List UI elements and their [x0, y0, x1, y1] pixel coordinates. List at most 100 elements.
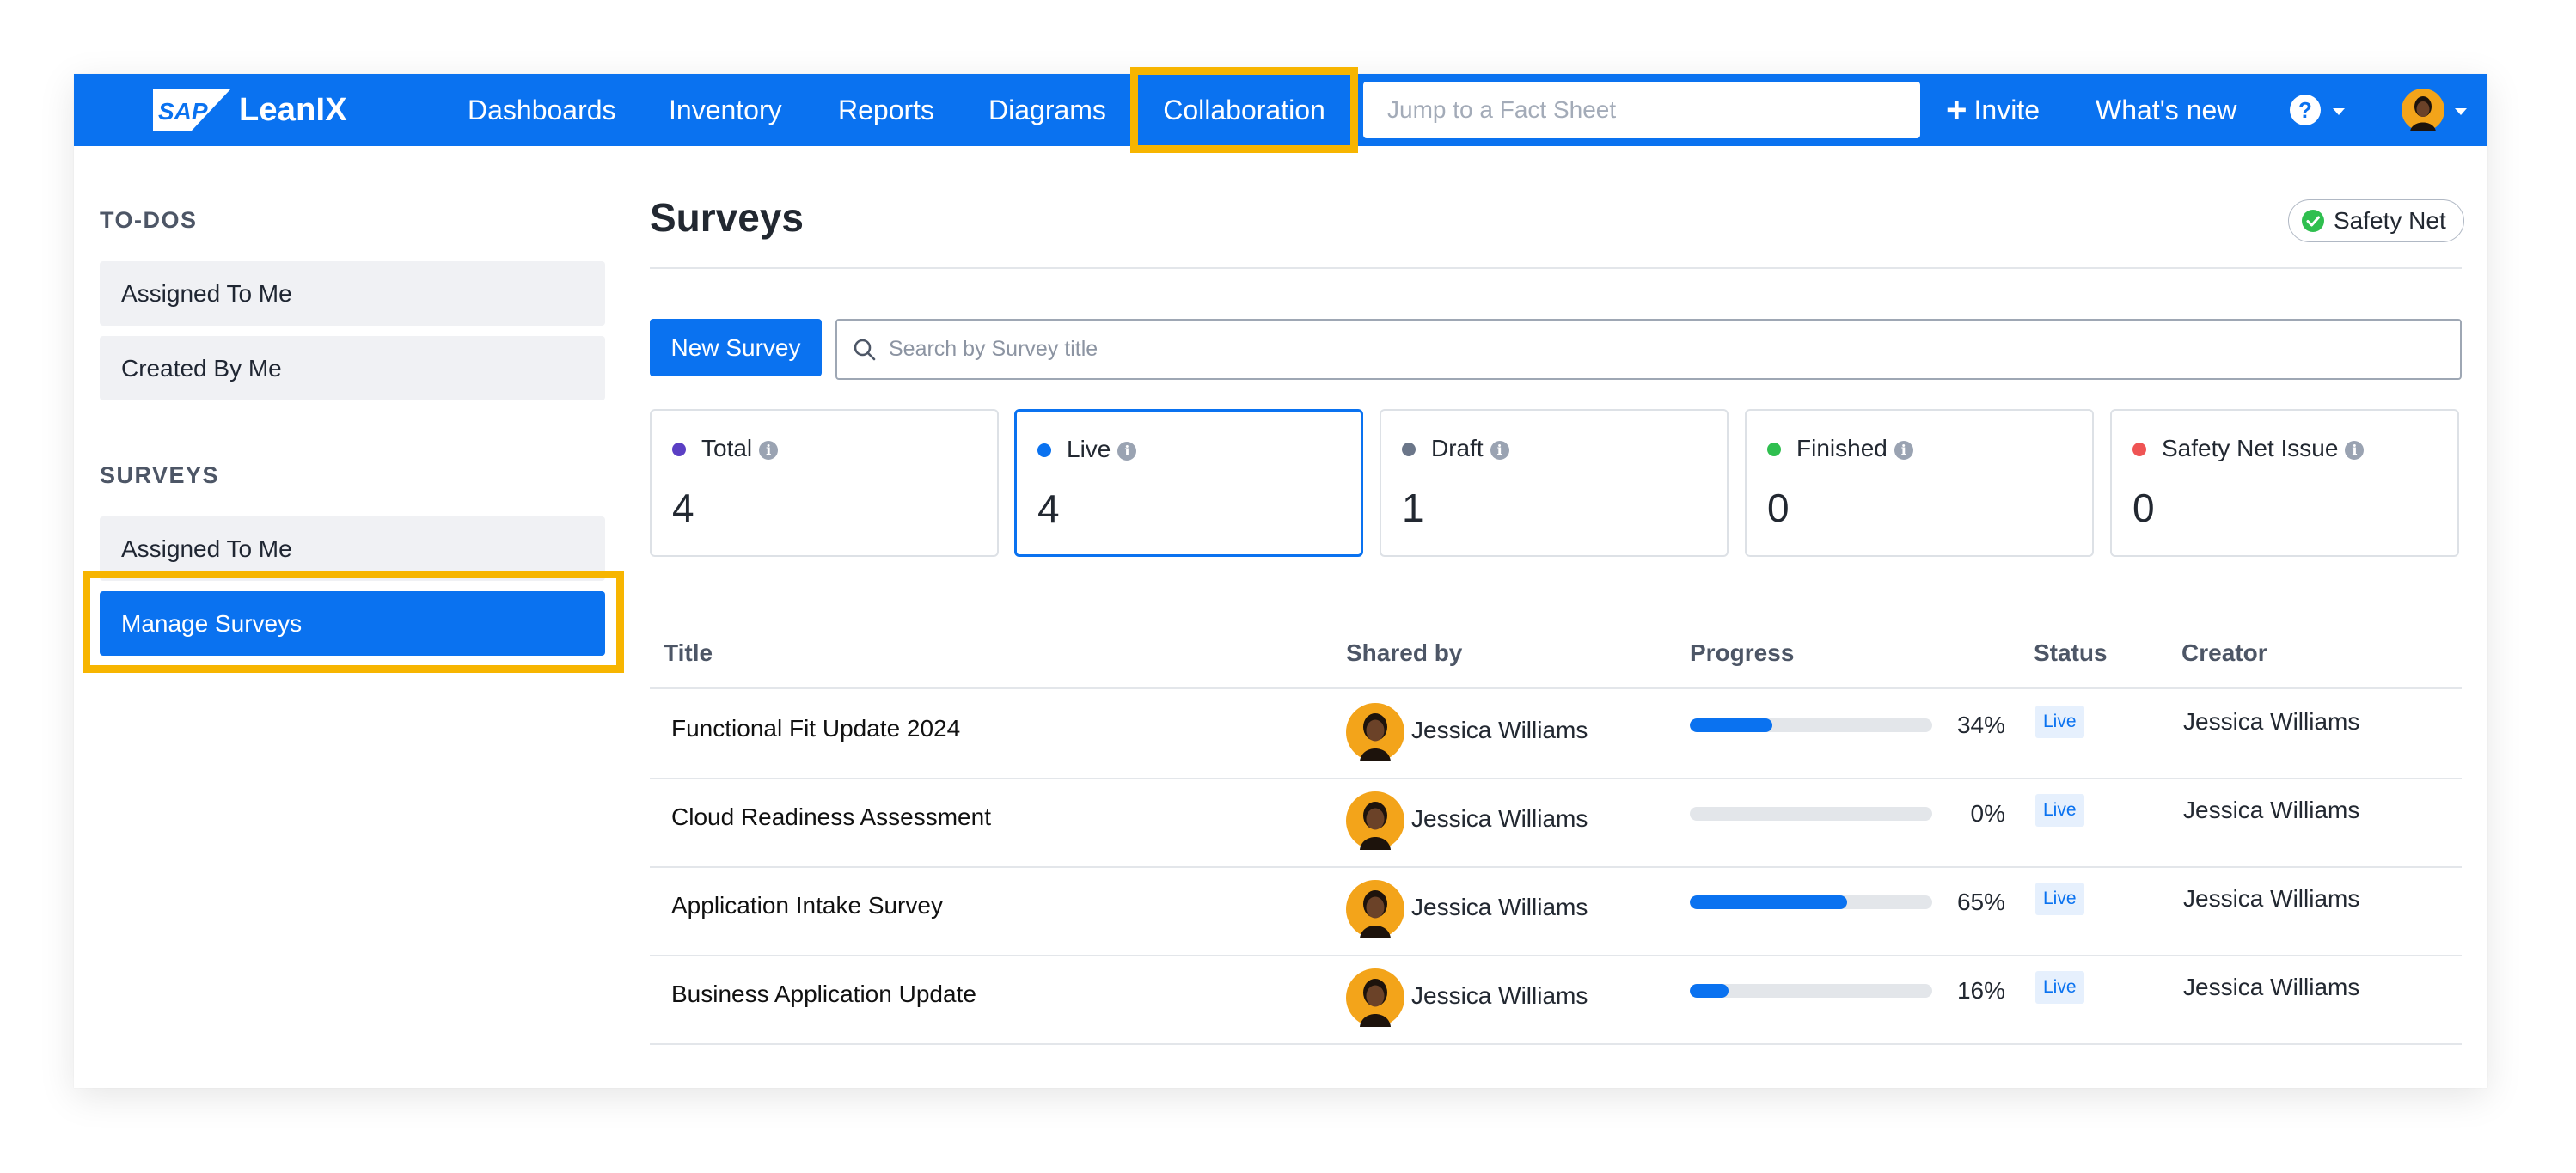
creator-name: Jessica Williams [2183, 708, 2360, 735]
stat-label: Safety Net Issue [2162, 435, 2339, 461]
stat-card-draft[interactable]: Draft i 1 [1380, 409, 1729, 557]
info-icon[interactable]: i [1117, 442, 1137, 461]
progress-bar [1690, 807, 1932, 821]
avatar [1346, 880, 1404, 938]
info-icon[interactable]: i [1894, 441, 1913, 460]
svg-text:SAP: SAP [158, 98, 208, 125]
nav-diagrams[interactable]: Diagrams [988, 74, 1106, 146]
stat-card-finished[interactable]: Finished i 0 [1745, 409, 2094, 557]
avatar [1346, 703, 1404, 761]
status-badge: Live [2035, 971, 2084, 1004]
nav-collaboration-label: Collaboration [1163, 95, 1325, 125]
invite-label: Invite [1973, 95, 2041, 125]
status-badge: Live [2035, 706, 2084, 738]
jump-to-fact-sheet-input[interactable]: Jump to a Fact Sheet [1363, 82, 1920, 138]
status-badge: Live [2035, 794, 2084, 827]
info-icon[interactable]: i [1490, 441, 1509, 460]
stat-label: Draft [1431, 435, 1484, 461]
progress-bar [1690, 718, 1932, 732]
safety-net-label: Safety Net [2334, 207, 2446, 234]
brand-name: LeanIX [239, 91, 347, 128]
creator-name: Jessica Williams [2183, 974, 2360, 1000]
top-navigation-bar: SAP LeanIX Dashboards Inventory Reports … [74, 67, 2487, 153]
progress-percent: 34% [1956, 712, 2005, 738]
creator-name: Jessica Williams [2183, 797, 2360, 823]
whats-new-link[interactable]: What's new [2096, 74, 2236, 146]
progress-percent: 0% [1970, 800, 2005, 827]
shared-by-name: Jessica Williams [1411, 982, 1588, 1009]
survey-title[interactable]: Application Intake Survey [671, 892, 943, 919]
avatar [1346, 968, 1404, 1027]
invite-button[interactable]: + Invite [1946, 74, 2040, 146]
stat-card-total[interactable]: Total i 4 [650, 409, 999, 557]
progress-fill [1690, 984, 1729, 998]
status-dot [1037, 443, 1051, 457]
creator-name: Jessica Williams [2183, 885, 2360, 912]
nav-reports[interactable]: Reports [838, 74, 934, 146]
survey-search-input[interactable]: Search by Survey title [835, 319, 2462, 380]
sidebar-item-manage-surveys[interactable]: Manage Surveys [100, 591, 605, 656]
new-survey-button[interactable]: New Survey [650, 319, 822, 376]
status-dot [1767, 443, 1781, 456]
sap-logo-icon: SAP [153, 89, 230, 131]
column-header-progress[interactable]: Progress [1690, 639, 1794, 667]
check-circle-icon [2302, 210, 2324, 232]
column-header-creator[interactable]: Creator [2181, 639, 2267, 667]
user-menu-chevron-down-icon[interactable] [2455, 108, 2467, 115]
progress-percent: 65% [1956, 889, 2005, 915]
page-title: Surveys [650, 195, 805, 240]
sidebar-item-todos-created[interactable]: Created By Me [100, 336, 605, 400]
status-badge: Live [2035, 883, 2084, 915]
progress-fill [1690, 718, 1772, 732]
info-icon[interactable]: i [759, 441, 779, 460]
column-header-title[interactable]: Title [664, 639, 713, 667]
survey-title[interactable]: Business Application Update [671, 981, 976, 1008]
nav-collaboration[interactable]: Collaboration [1130, 67, 1358, 153]
stat-value: 4 [1037, 486, 1060, 531]
nav-inventory[interactable]: Inventory [669, 74, 782, 146]
app-window: SAP LeanIX Dashboards Inventory Reports … [74, 67, 2487, 1088]
stat-value: 1 [1402, 486, 1424, 530]
table-row[interactable]: Application Intake Survey Jessica Willia… [650, 866, 2462, 956]
sidebar-item-todos-assigned[interactable]: Assigned To Me [100, 261, 605, 326]
table-row[interactable]: Functional Fit Update 2024 Jessica Willi… [650, 689, 2462, 779]
stat-label: Finished [1796, 435, 1888, 461]
stat-label: Live [1067, 436, 1111, 462]
shared-by-name: Jessica Williams [1411, 894, 1588, 920]
title-divider [650, 267, 2462, 269]
column-header-shared-by[interactable]: Shared by [1346, 639, 1462, 667]
brand-logo[interactable]: SAP LeanIX [153, 89, 347, 131]
progress-percent: 16% [1956, 977, 2005, 1004]
progress-fill [1690, 895, 1848, 909]
progress-bar [1690, 984, 1932, 998]
survey-title[interactable]: Cloud Readiness Assessment [671, 803, 991, 831]
stat-card-live[interactable]: Live i 4 [1014, 409, 1363, 557]
table-row[interactable]: Business Application Update Jessica Will… [650, 955, 2462, 1045]
todos-section-title: TO-DOS [100, 207, 198, 233]
safety-net-badge[interactable]: Safety Net [2288, 199, 2464, 242]
table-row[interactable]: Cloud Readiness Assessment Jessica Willi… [650, 778, 2462, 868]
progress-bar [1690, 895, 1932, 909]
shared-by-name: Jessica Williams [1411, 717, 1588, 743]
help-icon[interactable]: ? [2290, 95, 2321, 125]
stat-card-safety-net-issue[interactable]: Safety Net Issue i 0 [2110, 409, 2459, 557]
avatar [1346, 791, 1404, 850]
nav-dashboards[interactable]: Dashboards [468, 74, 616, 146]
stat-value: 0 [1767, 486, 1790, 530]
survey-search-placeholder: Search by Survey title [889, 337, 1098, 361]
status-dot [672, 443, 686, 456]
info-icon[interactable]: i [2345, 441, 2365, 460]
stat-value: 4 [672, 486, 694, 530]
surveys-section-title: SURVEYS [100, 462, 220, 488]
survey-title[interactable]: Functional Fit Update 2024 [671, 715, 960, 742]
column-header-status[interactable]: Status [2034, 639, 2108, 667]
user-avatar[interactable] [2402, 89, 2444, 131]
help-chevron-down-icon[interactable] [2333, 108, 2345, 115]
plus-icon: + [1946, 89, 1967, 130]
stat-value: 0 [2132, 486, 2155, 530]
status-dot [2132, 443, 2146, 456]
shared-by-name: Jessica Williams [1411, 805, 1588, 832]
status-dot [1402, 443, 1416, 456]
search-icon [854, 339, 876, 361]
stat-label: Total [701, 435, 753, 461]
